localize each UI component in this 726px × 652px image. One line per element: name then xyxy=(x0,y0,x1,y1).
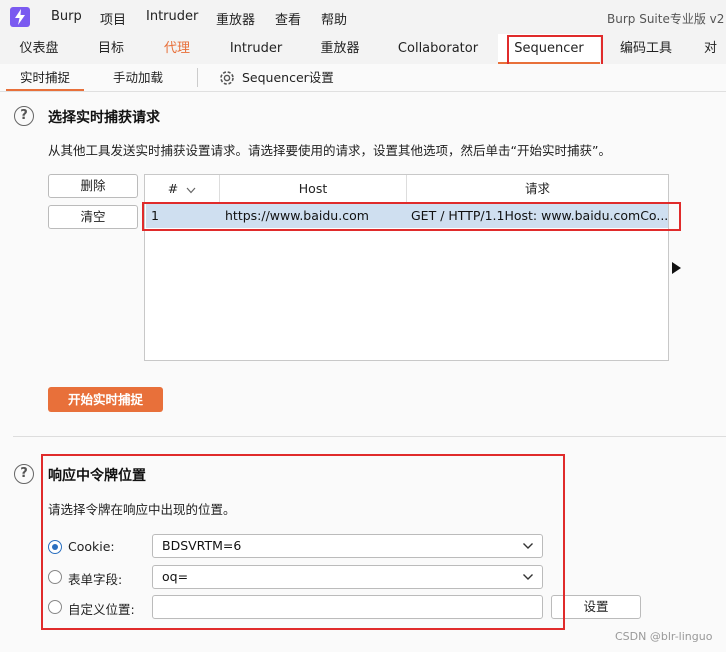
tab-proxy[interactable]: 代理 xyxy=(144,34,210,64)
sub-tab-bar: 实时捕捉 手动加载 Sequencer设置 xyxy=(0,64,726,92)
subtab-live-capture[interactable]: 实时捕捉 xyxy=(6,64,84,91)
menu-bar: Burp 项目 Intruder 重放器 查看 帮助 Burp Suite专业版… xyxy=(0,0,726,34)
column-number-label: # xyxy=(167,181,179,196)
menu-project[interactable]: 项目 xyxy=(100,9,126,28)
gear-icon xyxy=(218,69,236,87)
capture-section-description: 从其他工具发送实时捕获设置请求。请选择要使用的请求，设置其他选项，然后单击“开始… xyxy=(48,143,611,158)
menu-intruder[interactable]: Intruder xyxy=(146,9,198,24)
remove-button[interactable]: 删除 xyxy=(48,174,138,198)
section-divider xyxy=(13,436,726,437)
tab-target[interactable]: 目标 xyxy=(78,34,144,64)
clear-button[interactable]: 清空 xyxy=(48,205,138,229)
menu-repeater[interactable]: 重放器 xyxy=(216,9,255,28)
tab-comparer[interactable]: 对 xyxy=(704,34,726,64)
subtab-sequencer-settings[interactable]: Sequencer设置 xyxy=(242,64,334,91)
tab-dashboard[interactable]: 仪表盘 xyxy=(0,34,78,64)
tab-intruder[interactable]: Intruder xyxy=(210,34,302,64)
column-header-host[interactable]: Host xyxy=(220,175,407,203)
tab-collaborator[interactable]: Collaborator xyxy=(378,34,498,64)
tab-repeater[interactable]: 重放器 xyxy=(302,34,378,64)
column-header-number[interactable]: # xyxy=(145,175,220,203)
help-icon[interactable]: ? xyxy=(14,464,34,484)
menu-help[interactable]: 帮助 xyxy=(321,9,347,28)
token-section-highlight xyxy=(41,454,565,630)
expand-arrow-icon[interactable] xyxy=(672,262,681,274)
subtab-manual-load[interactable]: 手动加载 xyxy=(96,64,180,91)
burp-logo-icon xyxy=(10,7,30,27)
menu-view[interactable]: 查看 xyxy=(275,9,301,28)
start-live-capture-button[interactable]: 开始实时捕捉 xyxy=(48,387,163,412)
tab-decoder[interactable]: 编码工具 xyxy=(604,34,688,64)
capture-section-title: 选择实时捕获请求 xyxy=(48,110,160,126)
menu-burp[interactable]: Burp xyxy=(51,9,82,24)
sort-chevron-icon xyxy=(186,176,196,204)
app-title: Burp Suite专业版 v2 xyxy=(607,12,725,26)
main-tab-bar: 仪表盘 目标 代理 Intruder 重放器 Collaborator Sequ… xyxy=(0,34,726,65)
subtab-divider xyxy=(197,68,198,87)
column-header-request[interactable]: 请求 xyxy=(407,175,668,203)
row-highlight xyxy=(142,202,681,231)
watermark: CSDN @blr-linguo xyxy=(615,630,713,643)
help-icon[interactable]: ? xyxy=(14,106,34,126)
